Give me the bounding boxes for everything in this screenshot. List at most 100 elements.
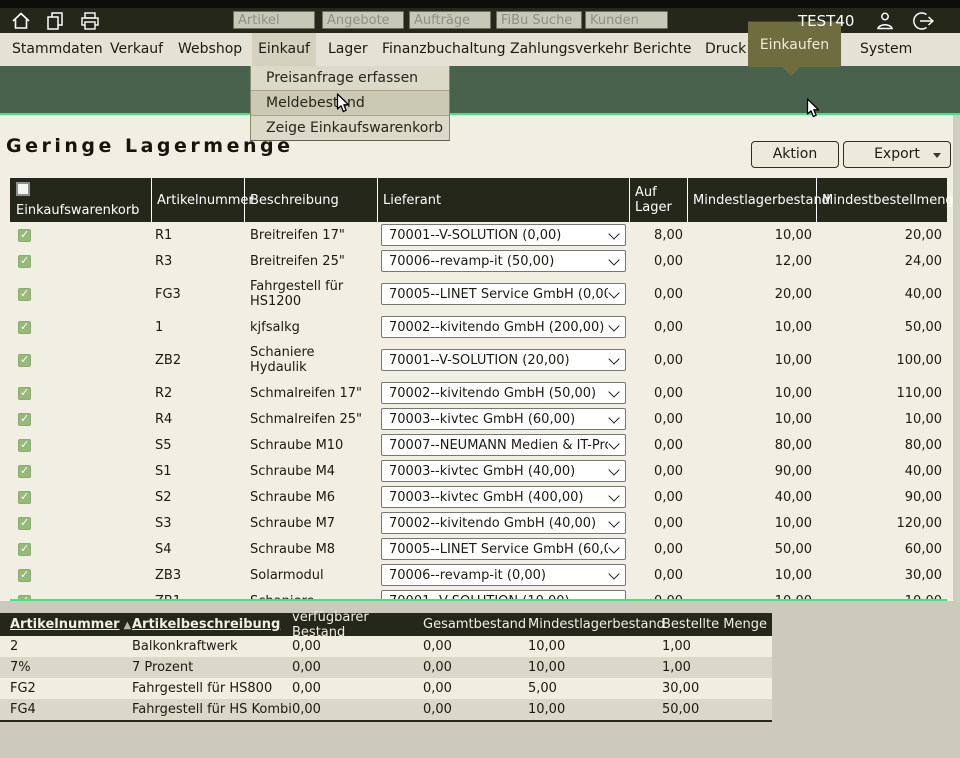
cell-beschreibung: Schraube M7 xyxy=(245,511,378,536)
print-icon[interactable] xyxy=(79,10,101,32)
cell-mindestbestellmenge: 50,00 xyxy=(817,320,947,335)
menu-item-finanzbuchaltung[interactable]: Finanzbuchaltung xyxy=(382,33,506,66)
lieferant-select[interactable]: 70001--V-SOLUTION (20,00) xyxy=(381,349,626,371)
table-row: R2 Schmalreifen 17" 70002--kivitendo Gmb… xyxy=(10,380,947,406)
header-gesamtbestand: Gesamtbestand xyxy=(423,617,528,632)
row-checkbox-checked[interactable] xyxy=(18,255,31,268)
angebote-search-input[interactable] xyxy=(322,11,404,29)
lieferant-select[interactable]: 70002--kivitendo GmbH (40,00) xyxy=(381,512,626,534)
row-checkbox-checked[interactable] xyxy=(18,387,31,400)
row-checkbox-checked[interactable] xyxy=(18,229,31,242)
menu-item-verkauf[interactable]: Verkauf xyxy=(110,33,163,66)
copy-icon[interactable] xyxy=(44,10,66,32)
cell-bestellte-menge: 50,00 xyxy=(662,702,772,717)
cell-mindestbestellmenge: 24,00 xyxy=(817,254,947,269)
lieferant-select[interactable]: 70003--kivtec GmbH (40,00) xyxy=(381,460,626,482)
sort-header-artikelnummer[interactable]: Artikelnummer xyxy=(10,617,120,632)
menu-item-lager[interactable]: Lager xyxy=(328,33,368,66)
cell-artikelnummer: S3 xyxy=(152,516,245,531)
row-checkbox-checked[interactable] xyxy=(18,413,31,426)
cell-mindestbestellmenge: 40,00 xyxy=(817,464,947,479)
cell-auf-lager: 0,00 xyxy=(630,412,688,427)
lieferant-selected-option: 70003--kivtec GmbH (400,00) xyxy=(389,490,583,505)
kunden-search-input[interactable] xyxy=(585,11,668,29)
dropdown-item-preisanfrage-erfassen[interactable]: Preisanfrage erfassen xyxy=(251,66,449,91)
cell-mindestlagerbestand: 10,00 xyxy=(688,386,817,401)
cell-mindestlagerbestand: 10,00 xyxy=(688,320,817,335)
report-row: 2 Balkonkraftwerk 0,00 0,00 10,00 1,00 xyxy=(0,636,772,657)
row-checkbox-checked[interactable] xyxy=(18,321,31,334)
aktion-button[interactable]: Aktion xyxy=(751,141,839,168)
cell-mindestlagerbestand: 10,00 xyxy=(688,516,817,531)
menu-item-system[interactable]: System xyxy=(860,33,912,66)
home-icon[interactable] xyxy=(10,10,32,32)
dropdown-item-zeige-einkaufswarenkorb[interactable]: Zeige Einkaufswarenkorb xyxy=(251,116,449,140)
lieferant-select[interactable]: 70006--revamp-it (50,00) xyxy=(381,250,626,272)
lieferant-select[interactable]: 70005--LINET Service GmbH (60,00) xyxy=(381,538,626,560)
lieferant-select[interactable]: 70006--revamp-it (0,00) xyxy=(381,564,626,586)
lieferant-selected-option: 70006--revamp-it (0,00) xyxy=(389,568,546,583)
table-row: S2 Schraube M6 70003--kivtec GmbH (400,0… xyxy=(10,484,947,510)
cell-artikelnummer: FG4 xyxy=(0,702,132,717)
row-checkbox-checked[interactable] xyxy=(18,439,31,452)
cell-beschreibung: Schmalreifen 25" xyxy=(245,407,378,432)
lieferant-select[interactable]: 70005--LINET Service GmbH (0,00) xyxy=(381,283,626,305)
menu-item-einkauf-active[interactable]: Einkauf xyxy=(252,33,316,66)
table-row: R4 Schmalreifen 25" 70003--kivtec GmbH (… xyxy=(10,406,947,432)
fibu-search-input[interactable] xyxy=(496,11,582,29)
lieferant-selected-option: 70005--LINET Service GmbH (60,00) xyxy=(389,542,608,557)
cell-artikelbeschreibung: Balkonkraftwerk xyxy=(132,639,292,654)
row-checkbox-checked[interactable] xyxy=(18,543,31,556)
header-auf-lager: Auf Lager xyxy=(630,178,688,222)
header-mindestbestellmenge: Mindestbestellmenge xyxy=(817,178,947,222)
report-row: FG2 Fahrgestell für HS800 0,00 0,00 5,00… xyxy=(0,678,772,699)
cell-auf-lager: 8,00 xyxy=(630,228,688,243)
cell-mindestbestellmenge: 10,00 xyxy=(817,412,947,427)
auftraege-search-input[interactable] xyxy=(409,11,491,29)
row-checkbox-checked[interactable] xyxy=(18,517,31,530)
cell-auf-lager: 0,00 xyxy=(630,386,688,401)
select-all-checkbox[interactable] xyxy=(16,182,30,196)
cell-artikelnummer: R1 xyxy=(152,228,245,243)
row-checkbox-checked[interactable] xyxy=(18,288,31,301)
cell-auf-lager: 0,00 xyxy=(630,568,688,583)
cell-auf-lager: 0,00 xyxy=(630,254,688,269)
header-artikelnummer: Artikelnummer xyxy=(152,178,245,222)
row-checkbox-checked[interactable] xyxy=(18,465,31,478)
artikel-search-input[interactable] xyxy=(233,11,315,29)
cell-verfuegbarer-bestand: 0,00 xyxy=(292,681,423,696)
chevron-down-icon xyxy=(608,228,619,239)
lieferant-select[interactable]: 70002--kivitendo GmbH (50,00) xyxy=(381,382,626,404)
cell-mindestbestellmenge: 80,00 xyxy=(817,438,947,453)
row-checkbox-checked[interactable] xyxy=(18,354,31,367)
sort-header-artikelbeschreibung[interactable]: Artikelbeschreibung xyxy=(132,617,280,632)
person-icon[interactable] xyxy=(874,10,896,32)
menu-item-zahlungsverkehr[interactable]: Zahlungsverkehr xyxy=(510,33,628,66)
logout-icon[interactable] xyxy=(910,10,940,32)
chevron-down-icon xyxy=(608,464,619,475)
lieferant-selected-option: 70003--kivtec GmbH (60,00) xyxy=(389,412,575,427)
cell-beschreibung: Solarmodul xyxy=(245,563,378,588)
cell-beschreibung: Fahrgestell für HS1200 xyxy=(245,274,378,314)
lieferant-select[interactable]: 70007--NEUMANN Medien & IT-Proje xyxy=(381,434,626,456)
lieferant-select[interactable]: 70002--kivitendo GmbH (200,00) xyxy=(381,316,626,338)
menu-item-webshop[interactable]: Webshop xyxy=(178,33,242,66)
lieferant-selected-option: 70002--kivitendo GmbH (200,00) xyxy=(389,320,604,335)
export-button[interactable]: Export xyxy=(843,141,951,168)
lieferant-select[interactable]: 70003--kivtec GmbH (60,00) xyxy=(381,408,626,430)
chevron-down-icon xyxy=(608,254,619,265)
cell-mindestlagerbestand: 12,00 xyxy=(688,254,817,269)
row-checkbox-checked[interactable] xyxy=(18,491,31,504)
menu-item-stammdaten[interactable]: Stammdaten xyxy=(12,33,103,66)
cell-mindestbestellmenge: 30,00 xyxy=(817,568,947,583)
cell-gesamtbestand: 0,00 xyxy=(423,660,528,675)
menu-item-druck[interactable]: Druck xyxy=(705,33,746,66)
report-row: 7% 7 Prozent 0,00 0,00 10,00 1,00 xyxy=(0,657,772,678)
menu-item-berichte[interactable]: Berichte xyxy=(633,33,692,66)
row-checkbox-checked[interactable] xyxy=(18,569,31,582)
cell-beschreibung: Schmalreifen 17" xyxy=(245,381,378,406)
cell-artikelnummer: FG2 xyxy=(0,681,132,696)
lieferant-select[interactable]: 70003--kivtec GmbH (400,00) xyxy=(381,486,626,508)
table-row: S3 Schraube M7 70002--kivitendo GmbH (40… xyxy=(10,510,947,536)
lieferant-select[interactable]: 70001--V-SOLUTION (0,00) xyxy=(381,224,626,246)
